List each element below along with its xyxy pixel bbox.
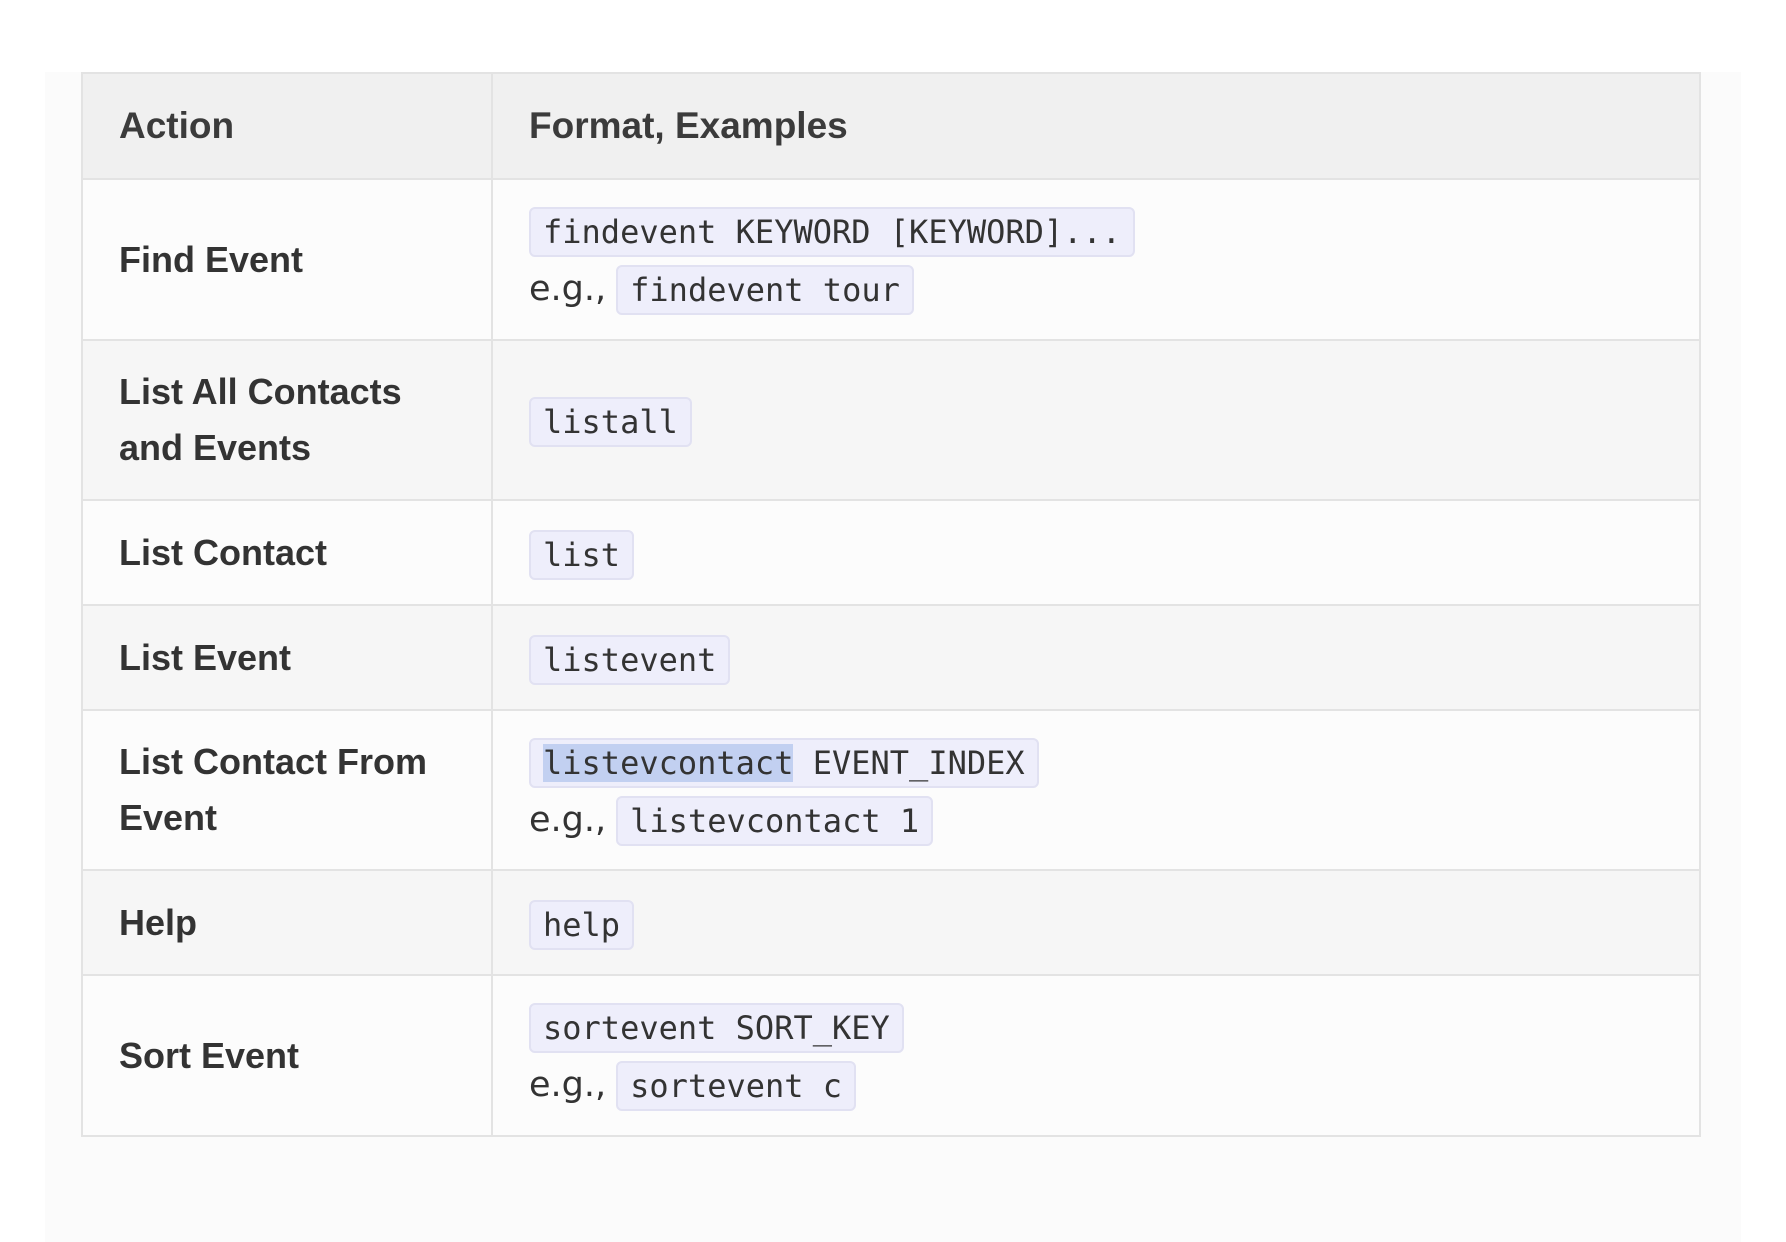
command-example[interactable]: sortevent c — [616, 1061, 857, 1112]
command-format[interactable]: help — [529, 899, 635, 950]
format-cell: listevent — [491, 604, 1701, 711]
command-format[interactable]: listevent — [529, 634, 731, 685]
column-header-action: Action — [81, 72, 493, 180]
table-row: Find Event findevent KEYWORD [KEYWORD]..… — [81, 178, 1701, 341]
action-cell: List Event — [81, 604, 493, 711]
example-line: e.g., sortevent c — [529, 1055, 1663, 1114]
format-line: list — [529, 524, 1663, 582]
format-cell: findevent KEYWORD [KEYWORD]... e.g., find… — [491, 178, 1701, 341]
example-label: e.g., — [529, 799, 607, 840]
selected-text[interactable]: listevcontact — [543, 743, 794, 782]
table-row: Sort Event sortevent SORT_KEY e.g., sorte… — [81, 974, 1701, 1137]
example-line: e.g., listevcontact 1 — [529, 790, 1663, 849]
command-format[interactable]: sortevent SORT_KEY — [529, 1003, 904, 1054]
command-example[interactable]: findevent tour — [616, 265, 914, 316]
table-body: Find Event findevent KEYWORD [KEYWORD]..… — [81, 178, 1701, 1137]
action-cell: List Contact From Event — [81, 709, 493, 871]
format-cell: list — [491, 499, 1701, 606]
table-header: Action Format, Examples — [81, 72, 1701, 180]
example-line: e.g., findevent tour — [529, 259, 1663, 318]
table-row: Help help — [81, 869, 1701, 976]
format-cell: listall — [491, 339, 1701, 501]
command-summary-table: Action Format, Examples Find Event finde… — [81, 72, 1701, 1137]
command-example[interactable]: listevcontact 1 — [616, 795, 934, 846]
action-cell: Sort Event — [81, 974, 493, 1137]
action-cell: Find Event — [81, 178, 493, 341]
command-format[interactable]: listall — [529, 397, 692, 448]
table-row: List Event listevent — [81, 604, 1701, 711]
format-cell: sortevent SORT_KEY e.g., sortevent c — [491, 974, 1701, 1137]
action-cell: Help — [81, 869, 493, 976]
format-line: findevent KEYWORD [KEYWORD]... — [529, 201, 1663, 259]
table-row: List Contact list — [81, 499, 1701, 606]
action-cell: List All Contacts and Events — [81, 339, 493, 501]
action-cell: List Contact — [81, 499, 493, 606]
format-line: listevent — [529, 629, 1663, 687]
column-header-format: Format, Examples — [491, 72, 1701, 180]
command-format[interactable]: listevcontact EVENT_INDEX — [529, 737, 1039, 788]
format-cell: help — [491, 869, 1701, 976]
format-line: listevcontact EVENT_INDEX — [529, 732, 1663, 790]
table-header-row: Action Format, Examples — [81, 72, 1701, 180]
command-format-rest: EVENT_INDEX — [793, 743, 1025, 782]
command-format[interactable]: list — [529, 529, 635, 580]
format-cell: listevcontact EVENT_INDEX e.g., listevcon… — [491, 709, 1701, 871]
example-label: e.g., — [529, 1065, 607, 1105]
format-line: sortevent SORT_KEY — [529, 997, 1663, 1055]
table-row: List All Contacts and Events listall — [81, 339, 1701, 501]
format-line: help — [529, 894, 1663, 952]
format-line: listall — [529, 391, 1663, 449]
example-label: e.g., — [529, 269, 607, 309]
table-row: List Contact From Event listevcontact EV… — [81, 709, 1701, 871]
command-format[interactable]: findevent KEYWORD [KEYWORD]... — [529, 207, 1135, 258]
